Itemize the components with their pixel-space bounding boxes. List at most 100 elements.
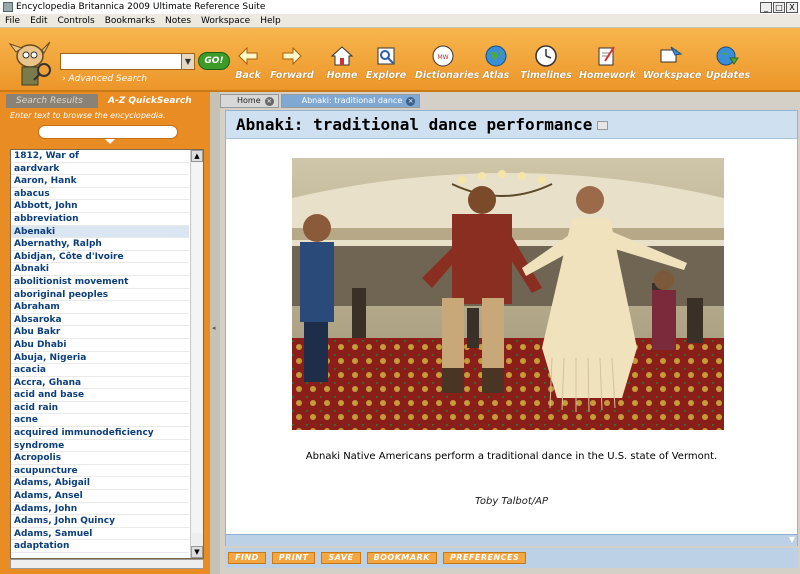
- tab-article[interactable]: Abnaki: traditional dance ×: [280, 94, 421, 108]
- az-list-scrollbar[interactable]: ▲ ▼: [190, 150, 203, 558]
- search-input[interactable]: [60, 53, 194, 70]
- list-item[interactable]: Adams, Ansel: [11, 490, 189, 503]
- list-item[interactable]: acid rain: [11, 402, 189, 415]
- list-item[interactable]: Abenaki: [11, 225, 189, 239]
- list-item[interactable]: abbreviation: [11, 213, 189, 226]
- back-arrow-icon: [236, 44, 260, 68]
- forward-button[interactable]: Forward: [264, 42, 320, 88]
- collapse-arrow-icon[interactable]: ◂: [212, 324, 218, 334]
- tab-home-label: Home: [237, 96, 261, 105]
- list-item[interactable]: Adams, John Quincy: [11, 515, 189, 528]
- close-tab-icon[interactable]: ×: [406, 96, 416, 106]
- maximize-button[interactable]: □: [773, 1, 785, 13]
- list-item[interactable]: acacia: [11, 364, 189, 377]
- atlas-button[interactable]: Atlas: [468, 42, 524, 88]
- menu-file[interactable]: File: [0, 16, 25, 26]
- timelines-button[interactable]: Timelines: [518, 42, 574, 88]
- menu-workspace[interactable]: Workspace: [196, 16, 255, 26]
- dictionaries-button[interactable]: MW Dictionaries: [415, 42, 480, 88]
- list-item[interactable]: Adams, Abigail: [11, 477, 189, 491]
- minimize-button[interactable]: _: [760, 1, 772, 13]
- article-photo[interactable]: [292, 158, 724, 430]
- close-button[interactable]: X: [786, 1, 798, 13]
- scroll-thumb[interactable]: [192, 163, 202, 533]
- list-item[interactable]: acquired immunodeficiency: [11, 427, 189, 440]
- explore-label: Explore: [365, 70, 407, 81]
- list-item[interactable]: Abraham: [11, 301, 189, 314]
- quicksearch-input[interactable]: [38, 125, 178, 139]
- list-item[interactable]: aardvark: [11, 163, 189, 176]
- scroll-down-icon[interactable]: ▼: [191, 546, 203, 558]
- tab-home[interactable]: Home ×: [220, 94, 279, 108]
- list-item[interactable]: Absaroka: [11, 314, 189, 327]
- workspace-button[interactable]: Workspace: [643, 42, 702, 88]
- find-button[interactable]: FIND: [228, 552, 266, 564]
- list-item[interactable]: Abbott, John: [11, 200, 189, 213]
- scroll-up-icon[interactable]: ▲: [191, 150, 203, 162]
- updates-label: Updates: [705, 70, 751, 81]
- workspace-label: Workspace: [643, 70, 702, 81]
- explore-button[interactable]: Explore: [358, 42, 414, 88]
- list-item[interactable]: Abernathy, Ralph: [11, 238, 189, 251]
- close-tab-icon[interactable]: ×: [264, 96, 274, 106]
- list-item[interactable]: Acropolis: [11, 452, 189, 465]
- menu-help[interactable]: Help: [255, 16, 286, 26]
- photo-caption: Abnaki Native Americans perform a tradit…: [305, 451, 718, 462]
- left-panel: Search Results A-Z QuickSearch Enter tex…: [0, 92, 210, 574]
- list-item[interactable]: acne: [11, 414, 189, 428]
- photo-credit: Toby Talbot/AP: [474, 496, 549, 507]
- list-item[interactable]: 1812, War of: [11, 150, 189, 163]
- timelines-label: Timelines: [520, 70, 572, 81]
- tab-az-quicksearch[interactable]: A-Z QuickSearch: [98, 94, 202, 108]
- bookmark-button[interactable]: BOOKMARK: [366, 552, 437, 564]
- list-item[interactable]: Abidjan, Côte d'Ivoire: [11, 251, 189, 264]
- list-item[interactable]: Abu Bakr: [11, 326, 189, 339]
- list-item[interactable]: Aaron, Hank: [11, 175, 189, 188]
- expand-down-icon[interactable]: ▼: [789, 535, 795, 544]
- advanced-search-link[interactable]: › Advanced Search: [62, 74, 147, 84]
- tab-search-results[interactable]: Search Results: [6, 94, 98, 108]
- list-item[interactable]: syndrome: [11, 440, 189, 453]
- main-toolbar: ▼ GO! › Advanced Search Back Forward Hom…: [0, 28, 800, 92]
- list-item[interactable]: Adams, John: [11, 503, 189, 516]
- menu-notes[interactable]: Notes: [160, 16, 196, 26]
- save-button[interactable]: SAVE: [321, 552, 361, 564]
- main-area: Home × Abnaki: traditional dance × Abnak…: [220, 92, 800, 574]
- title-bar: Encyclopedia Britannica 2009 Ultimate Re…: [0, 0, 800, 14]
- updates-button[interactable]: Updates: [700, 42, 756, 88]
- menu-bar: File Edit Controls Bookmarks Notes Works…: [0, 14, 800, 28]
- list-item[interactable]: acid and base: [11, 389, 189, 402]
- list-item[interactable]: Abuja, Nigeria: [11, 352, 189, 365]
- homework-label: Homework: [579, 70, 637, 81]
- forward-arrow-icon: [280, 44, 304, 68]
- menu-bookmarks[interactable]: Bookmarks: [100, 16, 160, 26]
- search-dropdown-button[interactable]: ▼: [181, 53, 195, 70]
- preferences-button[interactable]: PREFERENCES: [442, 552, 527, 564]
- forward-label: Forward: [270, 70, 314, 81]
- list-item[interactable]: adaptation: [11, 540, 189, 553]
- svg-text:MW: MW: [437, 54, 448, 61]
- list-item[interactable]: acupuncture: [11, 465, 189, 478]
- list-item[interactable]: abacus: [11, 188, 189, 201]
- dictionaries-label: Dictionaries: [415, 70, 480, 81]
- menu-controls[interactable]: Controls: [53, 16, 100, 26]
- content-scrollbar[interactable]: ▼: [226, 534, 797, 546]
- menu-edit[interactable]: Edit: [25, 16, 52, 26]
- list-item[interactable]: aboriginal peoples: [11, 289, 189, 302]
- dictionaries-icon: MW: [431, 44, 455, 68]
- list-item[interactable]: Abnaki: [11, 263, 189, 276]
- app-icon: [3, 2, 13, 12]
- list-item[interactable]: Abu Dhabi: [11, 339, 189, 352]
- homework-button[interactable]: Homework: [579, 42, 637, 88]
- quicksearch-hint: Enter text to browse the encyclopedia.: [10, 111, 166, 120]
- list-item[interactable]: Accra, Ghana: [11, 377, 189, 390]
- article-heading-bar: Abnaki: traditional dance performance: [226, 111, 797, 139]
- list-item[interactable]: Adams, Samuel: [11, 528, 189, 541]
- atlas-label: Atlas: [482, 70, 510, 81]
- print-button[interactable]: PRINT: [271, 552, 316, 564]
- panel-splitter[interactable]: ◂: [210, 92, 220, 574]
- media-info-icon[interactable]: [597, 121, 609, 130]
- list-item[interactable]: abolitionist movement: [11, 276, 189, 289]
- article-content: Abnaki: traditional dance performance Ab…: [225, 110, 798, 546]
- az-list-hscrollbar[interactable]: [10, 559, 204, 569]
